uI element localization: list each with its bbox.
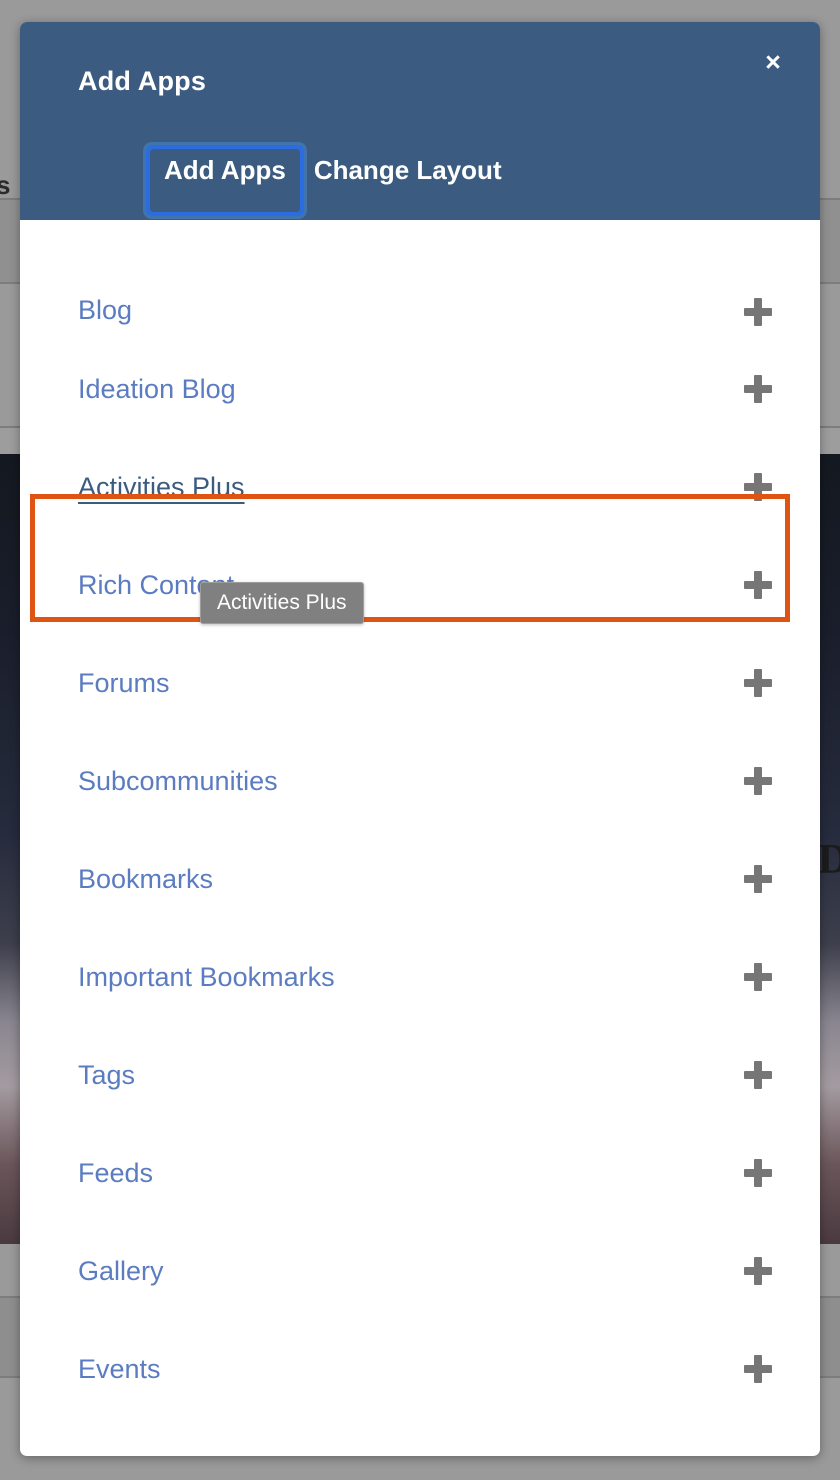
app-link-important-bookmarks[interactable]: Important Bookmarks [78,962,335,993]
add-apps-modal: Add Apps × Add Apps Change Layout Blog I… [20,22,820,1456]
plus-icon[interactable] [744,963,772,991]
modal-title: Add Apps [78,66,207,96]
plus-icon[interactable] [744,1061,772,1089]
plus-icon[interactable] [744,669,772,697]
app-link-events[interactable]: Events [78,1354,161,1385]
app-link-feeds[interactable]: Feeds [78,1158,153,1189]
app-link-subcommunities[interactable]: Subcommunities [78,766,278,797]
plus-icon[interactable] [744,767,772,795]
app-link-bookmarks[interactable]: Bookmarks [78,864,213,895]
background-text-right: Da [818,837,840,883]
plus-icon[interactable] [744,375,772,403]
app-row-ideation-blog[interactable]: Ideation Blog [20,340,820,438]
close-icon[interactable]: × [753,42,793,82]
app-link-activities-plus[interactable]: Activities Plus [78,472,245,503]
app-row-gallery[interactable]: Gallery [20,1222,820,1320]
app-row-tags[interactable]: Tags [20,1026,820,1124]
modal-header: Add Apps × Add Apps Change Layout [20,22,820,220]
tab-add-apps[interactable]: Add Apps [150,149,300,212]
app-row-feeds[interactable]: Feeds [20,1124,820,1222]
plus-icon[interactable] [744,473,772,501]
app-row-important-bookmarks[interactable]: Important Bookmarks [20,928,820,1026]
modal-tab-bar: Add Apps Change Layout [150,149,516,212]
app-row-bookmarks[interactable]: Bookmarks [20,830,820,928]
app-row-blog[interactable]: Blog [20,220,820,340]
app-list: Blog Ideation Blog Activities Plus Rich … [20,220,820,1418]
plus-icon[interactable] [744,298,772,326]
app-link-ideation-blog[interactable]: Ideation Blog [78,374,236,405]
background-text-left: s [0,170,11,200]
app-link-gallery[interactable]: Gallery [78,1256,164,1287]
tab-change-layout[interactable]: Change Layout [300,149,516,212]
plus-icon[interactable] [744,1257,772,1285]
app-link-forums[interactable]: Forums [78,668,170,699]
plus-icon[interactable] [744,1159,772,1187]
app-link-tags[interactable]: Tags [78,1060,135,1091]
app-row-forums[interactable]: Forums [20,634,820,732]
app-link-blog[interactable]: Blog [78,295,132,326]
plus-icon[interactable] [744,865,772,893]
app-row-rich-content[interactable]: Rich Content [20,536,820,634]
tooltip-activities-plus: Activities Plus [200,582,364,624]
app-row-events[interactable]: Events [20,1320,820,1418]
app-row-activities-plus[interactable]: Activities Plus [20,438,820,536]
plus-icon[interactable] [744,571,772,599]
app-row-subcommunities[interactable]: Subcommunities [20,732,820,830]
plus-icon[interactable] [744,1355,772,1383]
